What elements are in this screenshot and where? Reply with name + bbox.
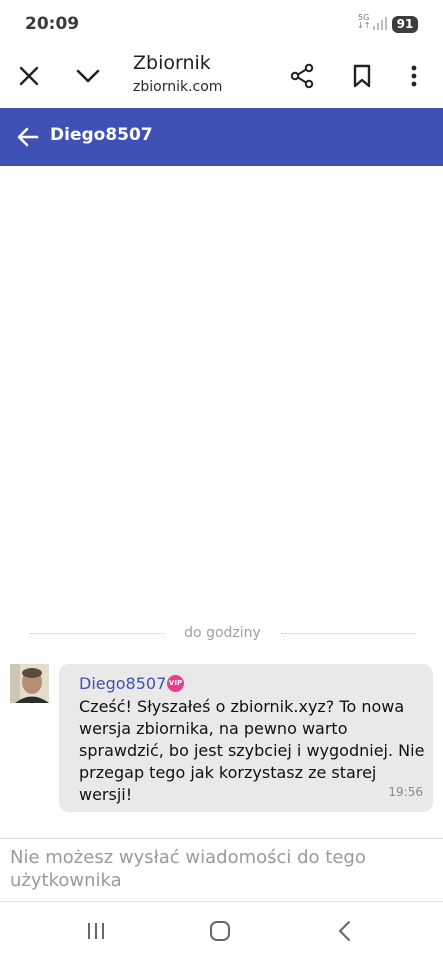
message-sender[interactable]: Diego8507	[79, 674, 166, 693]
chat-title: Diego8507	[50, 125, 153, 145]
bookmark-icon[interactable]	[345, 59, 379, 93]
recents-icon[interactable]	[76, 916, 116, 946]
message-text: Cześć! Słyszałeś o zbiornik.xyz? To nowa…	[79, 697, 425, 804]
chat-header: Diego8507	[0, 108, 443, 166]
browser-toolbar: Zbiornik zbiornik.com	[0, 46, 443, 108]
divider-line-right	[281, 633, 415, 634]
message-bubble: Diego8507 VIP Cześć! Słyszałeś o zbiorni…	[59, 664, 433, 812]
avatar[interactable]	[10, 664, 49, 703]
status-bar: 20:09 5G ↓↑ 91	[0, 0, 443, 46]
back-icon[interactable]	[324, 916, 364, 946]
signal-icon	[373, 17, 387, 30]
footer-divider	[0, 838, 443, 839]
home-icon[interactable]	[200, 916, 240, 946]
network-type: 5G ↓↑	[357, 13, 371, 30]
battery-icon: 91	[392, 16, 418, 33]
close-icon[interactable]	[12, 59, 46, 93]
navigation-bar	[0, 902, 443, 960]
chevron-down-icon[interactable]	[71, 59, 105, 93]
back-arrow-icon[interactable]	[12, 121, 44, 153]
more-vertical-icon[interactable]	[397, 59, 431, 93]
status-time: 20:09	[25, 14, 80, 34]
site-url: zbiornik.com	[133, 79, 223, 95]
message-time: 19:56	[388, 785, 423, 799]
time-divider: do godziny	[30, 624, 415, 644]
cannot-send-notice: Nie możesz wysłać wiadomości do tego uży…	[10, 847, 366, 891]
site-title: Zbiornik	[133, 52, 211, 74]
share-icon[interactable]	[285, 59, 319, 93]
vip-badge: VIP	[167, 675, 184, 692]
